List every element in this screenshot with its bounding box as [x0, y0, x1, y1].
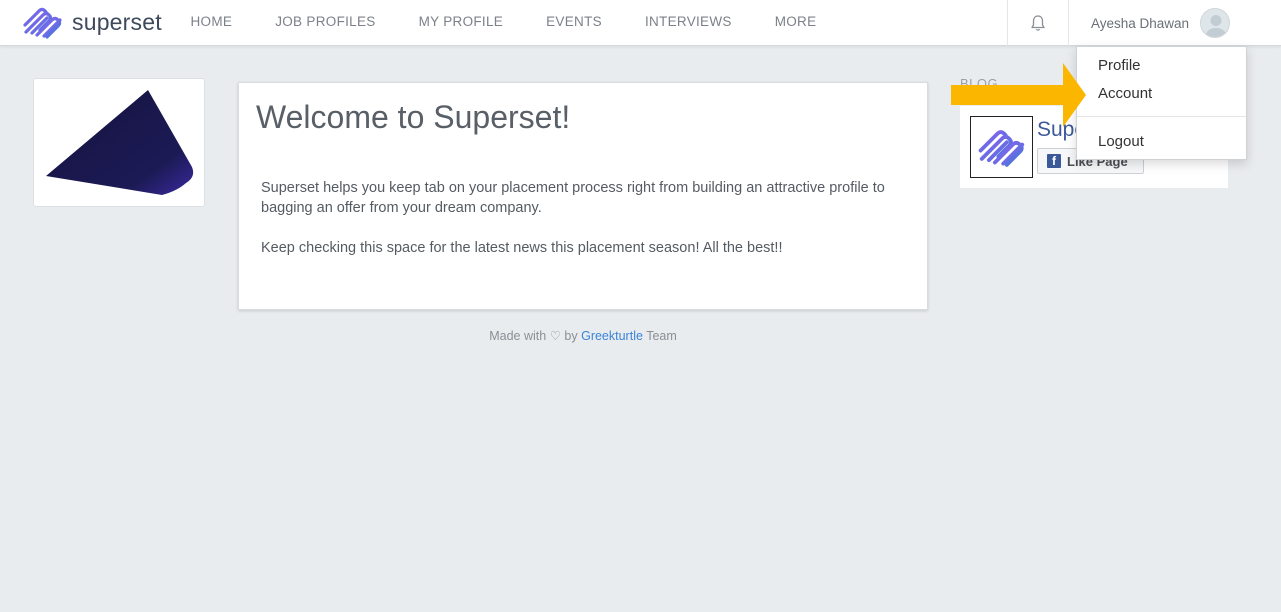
main-nav: HOME JOB PROFILES MY PROFILE EVENTS INTE…: [169, 0, 838, 46]
user-avatar-icon: [1200, 8, 1231, 38]
nav-interviews[interactable]: INTERVIEWS: [623, 0, 753, 46]
footer-made-with: Made with: [489, 329, 547, 343]
welcome-title: Welcome to Superset!: [256, 99, 571, 135]
college-logo-card: [33, 78, 205, 207]
user-dropdown-menu: Profile Account Logout: [1076, 46, 1247, 160]
welcome-news-note: Keep checking this space for the latest …: [261, 240, 783, 256]
notifications-button[interactable]: [1007, 0, 1069, 46]
brand-link[interactable]: superset: [22, 5, 162, 39]
dropdown-item-account[interactable]: Account: [1098, 85, 1152, 102]
footer-by: by: [564, 329, 578, 343]
brand-name: superset: [72, 8, 162, 35]
superset-logo-icon: [23, 7, 62, 39]
nav-home[interactable]: HOME: [169, 0, 254, 46]
dropdown-item-profile[interactable]: Profile: [1098, 57, 1141, 74]
bell-icon: [1031, 15, 1045, 31]
nav-events[interactable]: EVENTS: [525, 0, 624, 46]
footer-team: Team: [646, 329, 677, 343]
dropdown-divider: [1077, 116, 1246, 117]
annotation-arrow-icon: [951, 63, 1086, 127]
user-menu-toggle[interactable]: Ayesha Dhawan: [1080, 0, 1231, 46]
heart-icon: ♡: [549, 329, 561, 343]
facebook-icon: f: [1047, 154, 1061, 168]
dropdown-item-logout[interactable]: Logout: [1098, 133, 1144, 150]
superset-logo-icon: [978, 130, 1024, 167]
college-logo-image: [46, 90, 194, 195]
welcome-description: Superset helps you keep tab on your plac…: [261, 180, 885, 216]
welcome-panel: Welcome to Superset! Superset helps you …: [238, 82, 928, 310]
footer: Made with ♡ by Greekturtle Team: [238, 328, 928, 343]
nav-job-profiles[interactable]: JOB PROFILES: [254, 0, 397, 46]
user-name: Ayesha Dhawan: [1091, 15, 1190, 31]
nav-more[interactable]: MORE: [753, 0, 838, 46]
footer-greekturtle-link[interactable]: Greekturtle: [581, 329, 643, 343]
nav-my-profile[interactable]: MY PROFILE: [397, 0, 525, 46]
top-navbar: superset HOME JOB PROFILES MY PROFILE EV…: [0, 0, 1281, 46]
